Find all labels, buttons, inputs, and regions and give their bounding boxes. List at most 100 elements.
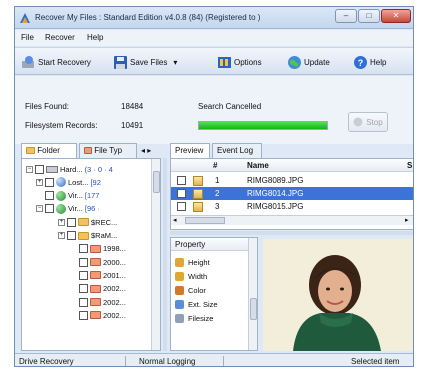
expand-icon[interactable]: + (36, 178, 43, 186)
tab-folder[interactable]: Folder (21, 143, 77, 158)
expand-icon[interactable]: + (58, 232, 65, 239)
folder-icon (90, 244, 101, 253)
tree-node-checkbox[interactable] (67, 217, 76, 227)
title-bar: Recover My Files : Standard Edition v4.0… (15, 7, 413, 29)
tree-node[interactable]: 2002... (70, 283, 126, 295)
property-row[interactable]: Height (175, 256, 210, 269)
tree-node-label: 2001... (103, 270, 126, 280)
folder-icon (78, 218, 89, 227)
tree-node-checkbox[interactable] (79, 257, 88, 267)
options-button[interactable]: Options (217, 53, 262, 71)
horizontal-splitter[interactable] (170, 231, 413, 235)
options-label: Options (234, 57, 262, 67)
property-row[interactable]: Width (175, 270, 207, 283)
property-row[interactable]: Ext. Size (175, 298, 218, 311)
tree-node[interactable]: + $REC... (58, 216, 117, 228)
stop-button[interactable]: Stop (348, 112, 388, 132)
tree-scroll-thumb[interactable] (153, 171, 160, 193)
help-label: Help (370, 57, 387, 67)
close-button[interactable]: ✕ (381, 9, 411, 23)
expand-icon[interactable]: + (58, 218, 65, 226)
col-header-s[interactable]: S (407, 161, 412, 170)
tree-node-label: Vir... (68, 191, 83, 201)
maximize-button[interactable]: □ (358, 9, 380, 23)
tree-node-checkbox[interactable] (79, 270, 88, 280)
col-header-name[interactable]: Name (247, 161, 269, 170)
hscroll-thumb[interactable] (185, 217, 225, 224)
file-row[interactable]: 2 RIMG8014.JPG (171, 187, 413, 200)
update-button[interactable]: Update (287, 53, 330, 71)
tab-event-log[interactable]: Event Log (212, 143, 262, 158)
tab-file-type[interactable]: File Typ (79, 143, 137, 158)
start-recovery-button[interactable]: Start Recovery (21, 53, 91, 71)
tree-node[interactable]: 2002... (70, 296, 126, 308)
property-label: Filesize (188, 314, 214, 323)
statusbar-divider (125, 356, 126, 366)
menu-recover[interactable]: Recover (45, 33, 75, 42)
folder-tab-icon (26, 147, 35, 155)
col-header-number[interactable]: # (213, 161, 217, 170)
folder-tree: − Hard... (3 · 0 · 4 + Lost... [92 Vir... [177−… (21, 158, 161, 351)
tab-folder-label: Folder (37, 146, 60, 155)
tree-node-checkbox[interactable] (45, 177, 54, 187)
file-row-checkbox[interactable] (177, 176, 186, 185)
start-recovery-label: Start Recovery (38, 57, 91, 67)
search-progress-fill (199, 122, 327, 129)
properties-scroll-thumb[interactable] (250, 298, 257, 320)
collapse-icon[interactable]: − (36, 205, 43, 213)
statusbar-logging: Normal Logging (139, 357, 196, 366)
vertical-splitter[interactable] (163, 158, 167, 351)
scroll-right-icon[interactable]: ▸ (405, 216, 409, 224)
tree-node[interactable]: − Hard... (3 · 0 · 4 (26, 163, 113, 175)
volume-icon (56, 190, 66, 201)
tree-scrollbar[interactable] (151, 159, 160, 350)
update-label: Update (304, 57, 330, 67)
property-label: Height (188, 258, 210, 267)
tree-node-label: 2002... (103, 284, 126, 294)
image-file-icon (193, 175, 203, 186)
tree-node-checkbox[interactable] (35, 164, 44, 174)
tree-node[interactable]: 2000... (70, 256, 126, 268)
save-files-button[interactable]: Save Files ▾ (113, 53, 177, 71)
properties-scrollbar[interactable] (248, 238, 257, 350)
tree-node-checkbox[interactable] (45, 204, 54, 214)
statusbar-mode: Drive Recovery (19, 357, 74, 366)
tree-node[interactable]: 2002... (70, 309, 126, 321)
options-icon (218, 56, 231, 68)
tree-node-checkbox[interactable] (45, 191, 54, 201)
tab-scroll-arrows-icon[interactable]: ◂ ▸ (141, 146, 151, 155)
file-row-checkbox[interactable] (177, 202, 186, 211)
scroll-left-icon[interactable]: ◂ (173, 216, 177, 224)
property-row[interactable]: Color (175, 284, 206, 297)
tree-node[interactable]: − Vir... [96 · (36, 203, 100, 215)
file-row-number: 2 (215, 189, 220, 198)
tree-node-checkbox[interactable] (79, 310, 88, 320)
tree-node[interactable]: + Lost... [92 (36, 176, 101, 188)
save-dropdown-arrow-icon[interactable]: ▾ (173, 58, 177, 67)
file-row[interactable]: 1 RIMG8089.JPG (171, 174, 413, 187)
tree-node-checkbox[interactable] (79, 284, 88, 294)
tree-node-checkbox[interactable] (79, 297, 88, 307)
property-header-label: Property (175, 240, 206, 249)
minimize-button[interactable]: – (335, 9, 357, 23)
tree-node[interactable]: Vir... [177 (36, 190, 99, 202)
tab-preview[interactable]: Preview (170, 143, 210, 158)
tree-node-checkbox[interactable] (67, 231, 76, 240)
window-title: Recover My Files : Standard Edition v4.0… (35, 13, 261, 22)
tree-node[interactable]: 2001... (70, 269, 126, 281)
tree-node[interactable]: 1998... (70, 243, 126, 255)
file-row-checkbox[interactable] (177, 189, 186, 198)
tree-node[interactable]: + $RaM... (58, 230, 117, 242)
help-button[interactable]: ? Help (353, 53, 386, 71)
file-list-header: # Name S (171, 159, 413, 172)
file-list-hscrollbar[interactable]: ◂ ▸ (171, 215, 413, 225)
app-logo-icon (20, 13, 30, 23)
menu-file[interactable]: File (21, 33, 34, 42)
collapse-icon[interactable]: − (26, 165, 33, 173)
property-row[interactable]: Filesize (175, 312, 213, 325)
file-row[interactable]: 3 RIMG8015.JPG (171, 200, 413, 213)
tree-node-checkbox[interactable] (79, 244, 88, 254)
menu-help[interactable]: Help (87, 33, 103, 42)
files-found-label: Files Found: (25, 102, 70, 111)
volume-icon (56, 203, 66, 214)
